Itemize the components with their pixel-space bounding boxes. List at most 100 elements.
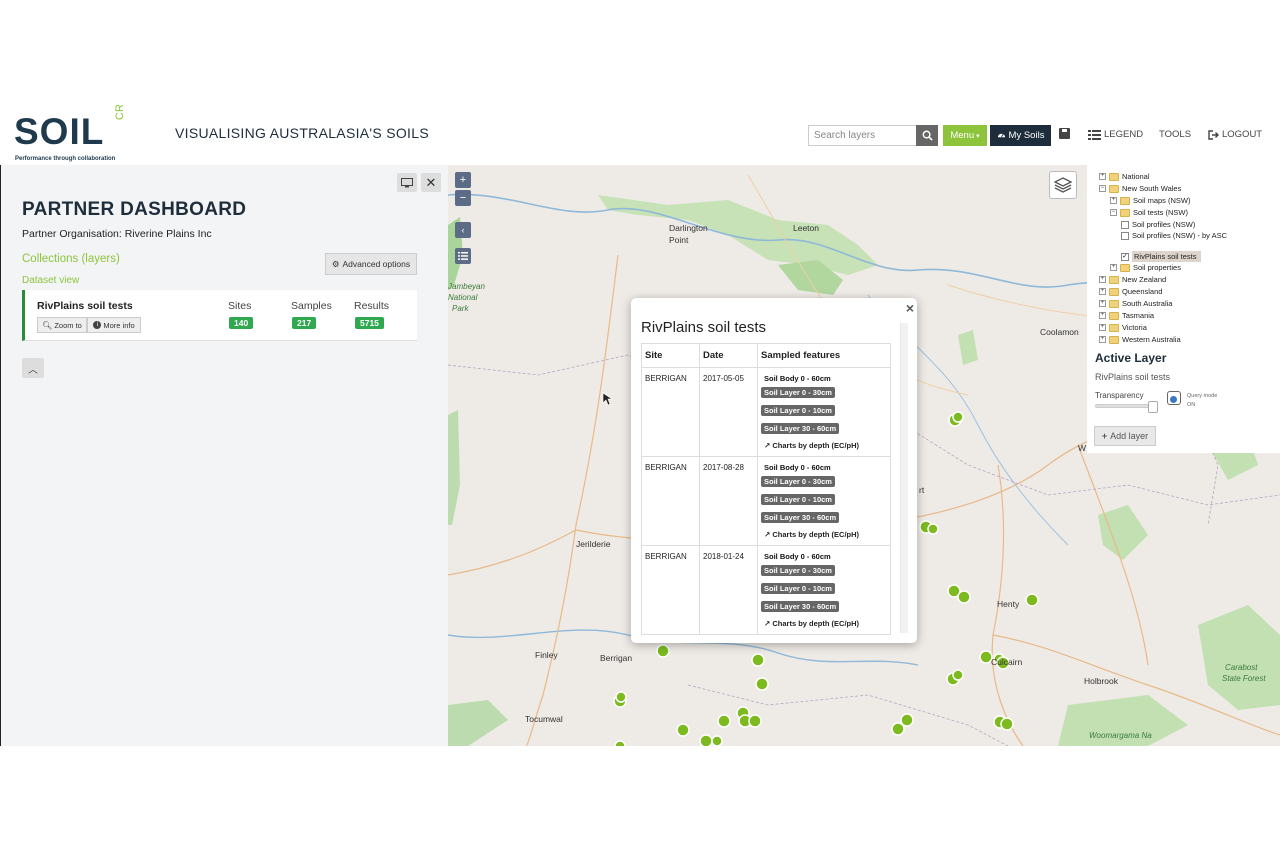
layer-checkbox[interactable]	[1121, 232, 1129, 240]
expand-icon[interactable]: +	[1099, 288, 1106, 295]
feature-link[interactable]: Soil Layer 30 - 60cm	[761, 601, 887, 615]
layer-tree-item[interactable]: − New South Wales	[1099, 184, 1181, 193]
feature-link[interactable]: Soil Body 0 - 60cm	[761, 552, 887, 561]
fullscreen-button[interactable]	[397, 173, 417, 192]
soil-site-marker[interactable]	[676, 723, 690, 737]
soil-site-marker[interactable]	[656, 644, 670, 658]
table-row: BERRIGAN 2018-01-24 Soil Body 0 - 60cm Soil…	[641, 545, 891, 635]
feature-link[interactable]: Soil Body 0 - 60cm	[761, 463, 887, 472]
close-panel-button[interactable]: ✕	[421, 173, 441, 192]
soil-site-marker[interactable]	[1025, 593, 1039, 607]
charts-by-depth-link[interactable]: ↗ Charts by depth (EC/pH)	[761, 619, 887, 628]
soil-crc-logo[interactable]: SOIL CRC Performance through collaborati…	[14, 105, 134, 162]
sample-table: Site Date Sampled features BERRIGAN 2017-…	[641, 343, 891, 635]
save-icon[interactable]	[1059, 128, 1070, 139]
zoom-to-button[interactable]: 🔍︎ Zoom to	[37, 317, 87, 333]
tools-link[interactable]: TOOLS	[1159, 129, 1191, 140]
feature-link[interactable]: Soil Layer 0 - 30cm	[761, 565, 887, 579]
layer-tree-label: Soil tests (NSW)	[1133, 208, 1189, 217]
layer-tree-item[interactable]: + Soil properties	[1110, 263, 1181, 272]
soil-site-marker[interactable]	[957, 590, 971, 604]
zoom-out-button[interactable]: −	[455, 190, 471, 206]
expand-icon[interactable]: +	[1099, 173, 1106, 180]
soil-site-marker[interactable]	[614, 740, 626, 746]
layer-tree-item[interactable]: + New Zealand	[1099, 275, 1166, 284]
feature-link[interactable]: Soil Layer 30 - 60cm	[761, 512, 887, 526]
search-button[interactable]	[916, 125, 938, 146]
layer-tree-item[interactable]: + Queensland	[1099, 287, 1162, 296]
layer-tree-item[interactable]: + Soil maps (NSW)	[1110, 196, 1191, 205]
collapse-button[interactable]: ︿	[22, 358, 44, 378]
feature-link[interactable]: Soil Layer 0 - 30cm	[761, 387, 887, 401]
layer-tree-item[interactable]: + Tasmania	[1099, 311, 1154, 320]
charts-by-depth-link[interactable]: ↗ Charts by depth (EC/pH)	[761, 441, 887, 450]
feature-link[interactable]: Soil Layer 0 - 10cm	[761, 405, 887, 419]
layer-checkbox[interactable]: ✓	[1121, 252, 1129, 261]
collapse-icon[interactable]: −	[1110, 209, 1117, 216]
soil-site-marker[interactable]	[927, 523, 939, 535]
forest-area	[1198, 605, 1280, 710]
charts-by-depth-link[interactable]: ↗ Charts by depth (EC/pH)	[761, 530, 887, 539]
dataset-view-link[interactable]: Dataset view	[22, 275, 79, 286]
folder-icon	[1109, 335, 1119, 344]
soil-site-marker[interactable]	[711, 735, 723, 746]
layer-tree-label: Western Australia	[1122, 335, 1181, 344]
expand-icon[interactable]: +	[1110, 264, 1117, 271]
collapse-icon[interactable]: −	[1099, 185, 1106, 192]
active-layer-name: RivPlains soil tests	[1095, 372, 1171, 382]
zoom-in-button[interactable]: +	[455, 172, 471, 188]
layer-tree-item[interactable]: ✓ RivPlains soil tests	[1121, 251, 1201, 262]
popup-close-button[interactable]: ×	[906, 300, 914, 316]
boundary-line	[687, 684, 1009, 746]
logout-link[interactable]: LOGOUT	[1208, 129, 1262, 140]
soil-site-marker[interactable]	[751, 653, 765, 667]
layer-tree-item[interactable]: + National	[1099, 172, 1150, 181]
layer-tree-item[interactable]: Soil profiles (NSW)	[1121, 220, 1195, 229]
feature-link[interactable]: Soil Layer 0 - 10cm	[761, 494, 887, 508]
feature-link[interactable]: Soil Layer 0 - 10cm	[761, 583, 887, 597]
expand-icon[interactable]: +	[1110, 197, 1117, 204]
add-layer-button[interactable]: + Add layer	[1094, 426, 1156, 446]
charts-link-label: Charts by depth (EC/pH)	[772, 619, 860, 628]
soil-site-marker[interactable]	[615, 691, 627, 703]
query-mode-toggle-icon[interactable]	[1167, 391, 1181, 405]
soil-site-marker[interactable]	[699, 734, 713, 746]
expand-icon[interactable]: +	[1099, 312, 1106, 319]
layer-tree-item[interactable]: + South Australia	[1099, 299, 1172, 308]
feature-link[interactable]: Soil Layer 0 - 30cm	[761, 476, 887, 490]
layer-tree-item[interactable]: + Western Australia	[1099, 335, 1181, 344]
advanced-options-button[interactable]: ⚙ Advanced options	[325, 253, 417, 275]
layers-toggle-button[interactable]	[1049, 171, 1077, 199]
partner-organisation: Partner Organisation: Riverine Plains In…	[22, 228, 212, 240]
menu-dropdown-button[interactable]: Menu ▾	[943, 125, 987, 146]
my-soils-button[interactable]: My Soils	[990, 125, 1051, 146]
transparency-slider[interactable]	[1095, 401, 1158, 413]
expand-icon[interactable]: +	[1099, 276, 1106, 283]
soil-site-marker[interactable]	[748, 714, 762, 728]
soil-site-marker[interactable]	[755, 677, 769, 691]
soil-site-marker[interactable]	[717, 714, 731, 728]
soil-site-marker[interactable]	[891, 722, 905, 736]
soil-site-marker[interactable]	[952, 411, 964, 423]
feature-link[interactable]: Soil Body 0 - 60cm	[761, 374, 887, 383]
plus-icon: +	[1101, 431, 1108, 441]
legend-link[interactable]: LEGEND	[1088, 129, 1143, 140]
layer-tree-item[interactable]: Soil profiles (NSW) - by ASC	[1121, 232, 1227, 240]
layer-checkbox[interactable]	[1121, 220, 1129, 229]
soil-site-marker[interactable]	[952, 669, 964, 681]
expand-icon[interactable]: +	[1099, 324, 1106, 331]
list-view-button[interactable]	[455, 248, 471, 264]
expand-icon[interactable]: +	[1099, 336, 1106, 343]
soil-site-marker[interactable]	[1000, 717, 1014, 731]
expand-icon[interactable]: +	[1099, 300, 1106, 307]
dataset-name[interactable]: RivPlains soil tests	[37, 300, 133, 312]
layer-tree-item[interactable]: + Victoria	[1099, 323, 1147, 332]
feature-link[interactable]: Soil Layer 30 - 60cm	[761, 423, 887, 437]
popup-scrollbar[interactable]	[900, 323, 908, 633]
collapse-panel-button[interactable]: ‹	[455, 222, 471, 238]
layer-tree-item[interactable]: − Soil tests (NSW)	[1110, 208, 1188, 217]
soil-site-marker[interactable]	[900, 713, 914, 727]
search-layers-input[interactable]	[808, 125, 917, 146]
more-info-button[interactable]: i More info	[87, 317, 141, 333]
sites-count-badge: 140	[229, 317, 254, 329]
